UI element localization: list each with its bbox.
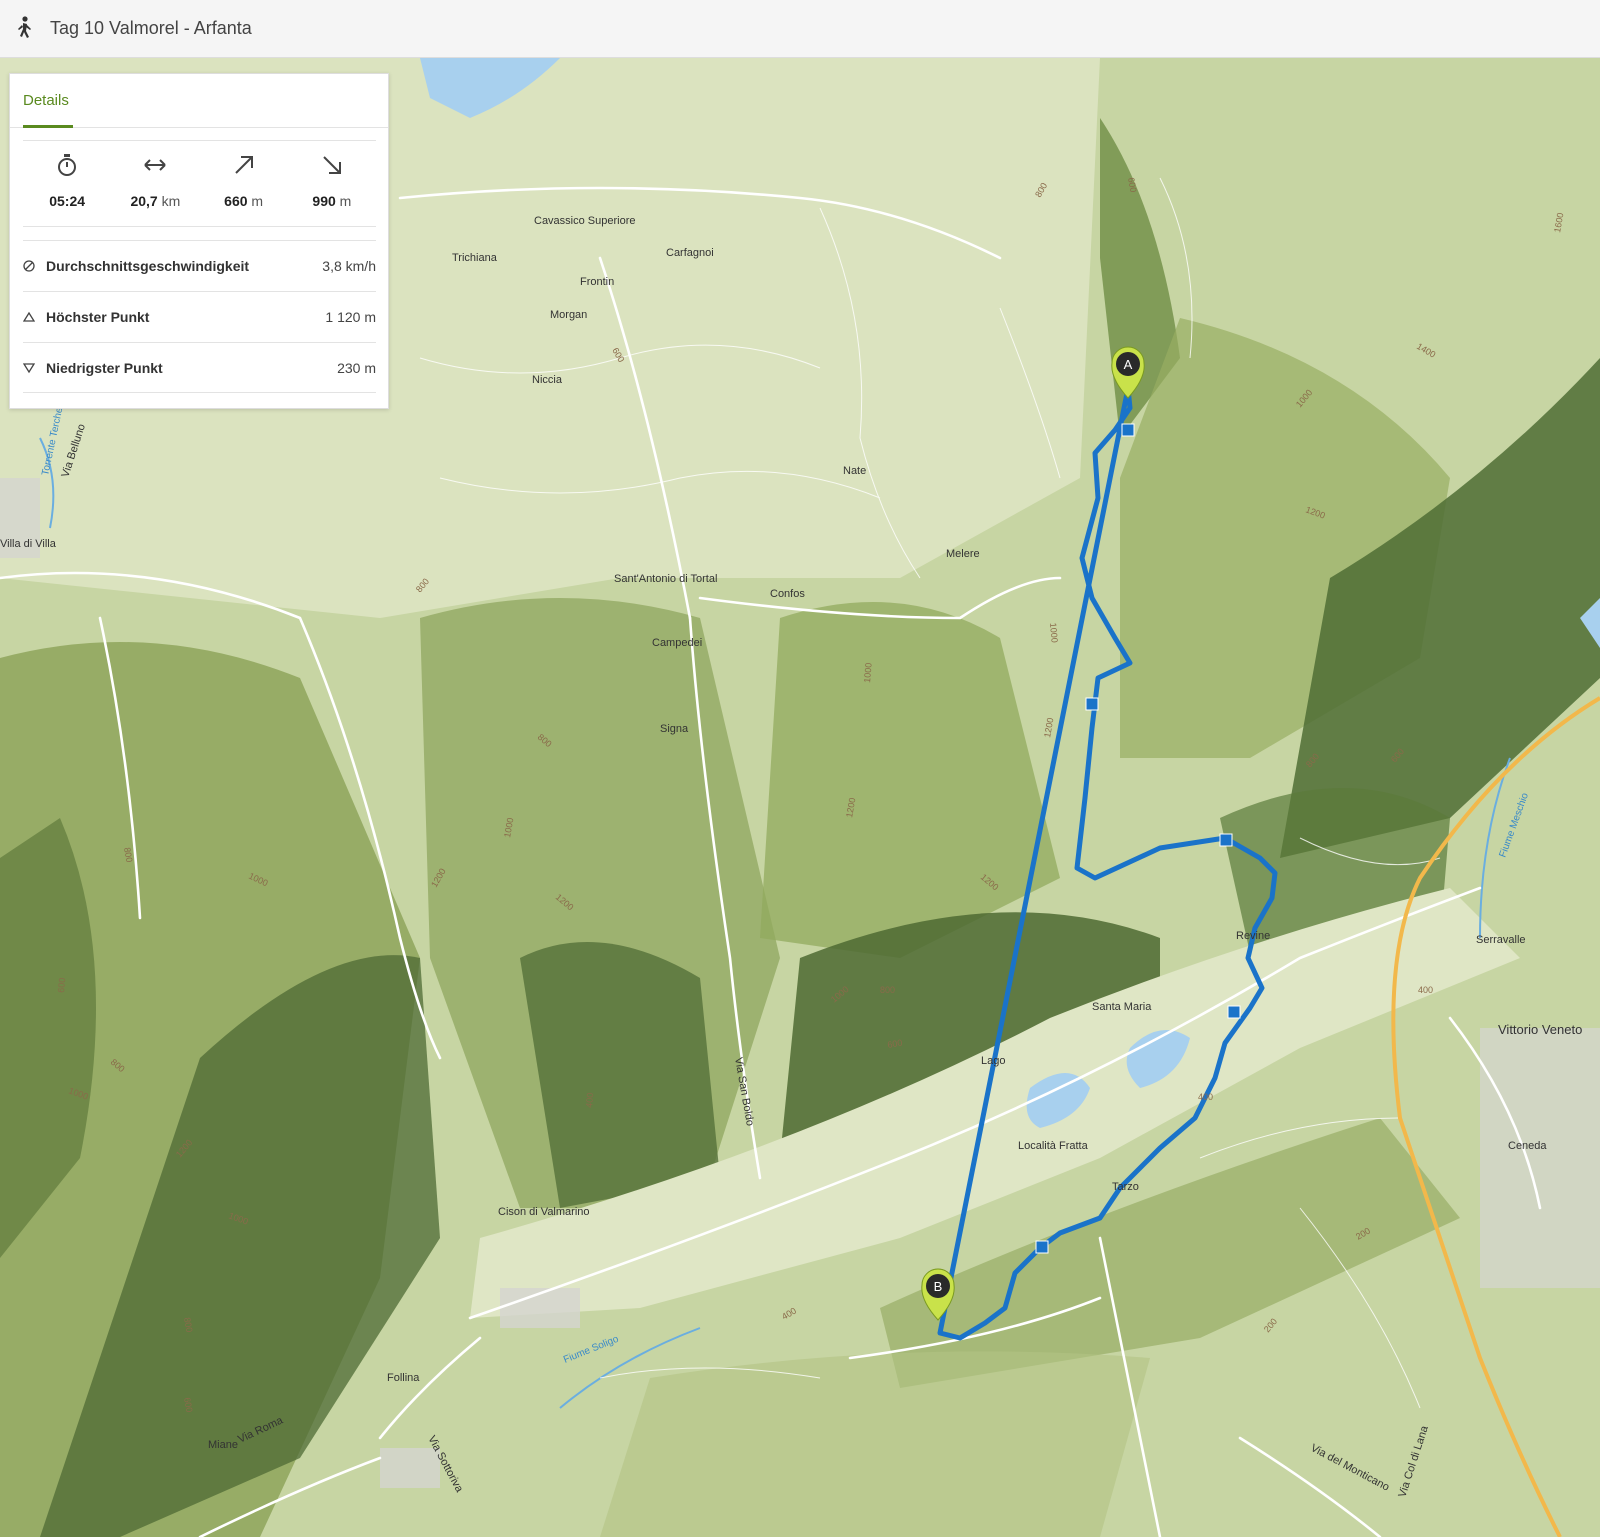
contour-label: 400 — [1418, 985, 1433, 995]
place-label: Villa di Villa — [0, 538, 57, 550]
place-label: Cavassico Superiore — [534, 215, 636, 227]
stopwatch-icon — [58, 154, 77, 176]
detail-rows: Durchschnittsgeschwindigkeit 3,8 km/h Hö… — [23, 240, 376, 393]
row-label: Durchschnittsgeschwindigkeit — [46, 258, 250, 274]
stat-descent: 990 m — [288, 141, 376, 226]
place-label: Revine — [1236, 930, 1270, 942]
stat-duration: 05:24 — [23, 141, 111, 226]
contour-label: 1000 — [862, 662, 874, 683]
contour-label: 800 — [880, 985, 895, 995]
stat-distance: 20,7 km — [111, 141, 199, 226]
triangle-up-icon — [23, 311, 35, 322]
contour-label: 600 — [56, 977, 67, 993]
stat-ascent: 660 m — [200, 141, 288, 226]
tab-active-indicator — [23, 125, 73, 128]
hiker-icon — [18, 15, 31, 38]
contour-label: 1000 — [1048, 622, 1060, 643]
ascent-icon — [234, 156, 253, 174]
stat-value: 20,7 — [130, 193, 158, 209]
row-highest-point: Höchster Punkt 1 120 m — [23, 291, 376, 342]
place-label: Serravalle — [1476, 934, 1526, 946]
place-label: Tarzo — [1112, 1181, 1139, 1193]
start-marker-label: A — [1124, 357, 1133, 372]
triangle-down-icon — [23, 362, 35, 373]
row-value: 230 m — [337, 359, 376, 376]
details-panel: Details 05:24 20,7 km 660 m 990 m Durchs… — [9, 73, 389, 409]
stats-summary: 05:24 20,7 km 660 m 990 m — [23, 140, 376, 227]
place-label: Santa Maria — [1092, 1001, 1152, 1013]
place-label: Niccia — [532, 374, 563, 386]
stat-value: 660 — [224, 193, 248, 209]
stat-unit: m — [251, 193, 264, 209]
stat-unit: m — [339, 193, 352, 209]
place-label: Follina — [387, 1372, 420, 1384]
place-label: Morgan — [550, 309, 587, 321]
stat-value: 990 — [312, 193, 336, 209]
place-label: Cison di Valmarino — [498, 1206, 590, 1218]
row-lowest-point: Niedrigster Punkt 230 m — [23, 342, 376, 393]
place-label: Lago — [981, 1055, 1005, 1067]
place-label: Nate — [843, 465, 866, 477]
tour-title: Tag 10 Valmorel - Arfanta — [50, 18, 252, 38]
place-label: Trichiana — [452, 252, 498, 264]
place-label: Melere — [946, 548, 980, 560]
place-label: Confos — [770, 588, 805, 600]
place-label: Sant'Antonio di Tortal — [614, 573, 717, 585]
place-label: Signa — [660, 723, 689, 735]
panel-tabs: Details — [10, 74, 388, 128]
end-marker-label: B — [934, 1279, 943, 1294]
distance-icon — [144, 159, 167, 171]
place-label: Vittorio Veneto — [1498, 1022, 1582, 1037]
row-label: Niedrigster Punkt — [46, 359, 163, 376]
place-label: Ceneda — [1508, 1140, 1547, 1152]
speed-icon — [23, 260, 35, 272]
contour-label: 400 — [1198, 1092, 1213, 1102]
tab-details[interactable]: Details — [23, 92, 69, 109]
descent-icon — [323, 156, 341, 174]
place-label: Frontin — [580, 276, 614, 288]
row-value: 3,8 km/h — [322, 258, 376, 274]
place-label: Carfagnoi — [666, 247, 714, 259]
place-label: Campedei — [652, 637, 702, 649]
contour-label: 400 — [584, 1092, 595, 1108]
stat-unit: km — [161, 193, 181, 209]
row-label: Höchster Punkt — [46, 309, 150, 325]
row-value: 1 120 m — [325, 309, 376, 325]
app-header: Tag 10 Valmorel - Arfanta — [0, 0, 1600, 58]
stat-value: 05:24 — [49, 193, 86, 209]
place-label: Miane — [208, 1439, 238, 1451]
row-average-speed: Durchschnittsgeschwindigkeit 3,8 km/h — [23, 240, 376, 291]
place-label: Località Fratta — [1018, 1140, 1089, 1152]
